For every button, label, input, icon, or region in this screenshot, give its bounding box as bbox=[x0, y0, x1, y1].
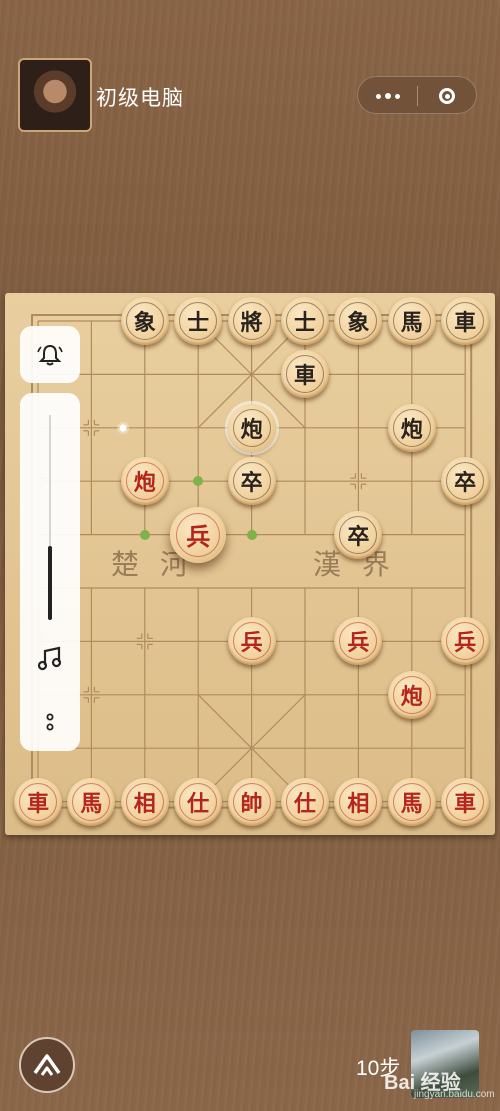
more-dots-icon[interactable] bbox=[358, 77, 417, 115]
piece-label: 馬 bbox=[72, 782, 111, 821]
red-piece[interactable]: 車 bbox=[14, 777, 62, 826]
black-piece[interactable]: 馬 bbox=[387, 297, 436, 345]
piece-label: 帥 bbox=[232, 782, 271, 821]
red-piece[interactable]: 兵 bbox=[170, 506, 227, 563]
piece-label: 卒 bbox=[446, 462, 485, 501]
piece-label: 炮 bbox=[392, 675, 431, 714]
black-piece[interactable]: 士 bbox=[174, 297, 223, 345]
black-piece[interactable]: 炮 bbox=[227, 403, 276, 452]
red-piece[interactable]: 兵 bbox=[334, 617, 383, 666]
miniprogram-capsule bbox=[357, 76, 477, 114]
piece-label: 車 bbox=[446, 302, 485, 340]
red-piece[interactable]: 兵 bbox=[227, 617, 276, 666]
piece-label: 馬 bbox=[392, 782, 431, 821]
piece-label: 兵 bbox=[339, 622, 378, 661]
music-note-icon[interactable] bbox=[36, 645, 64, 673]
red-piece[interactable]: 兵 bbox=[441, 617, 490, 666]
red-piece[interactable]: 仕 bbox=[281, 777, 329, 826]
home-up-icon bbox=[33, 1054, 61, 1076]
red-piece[interactable]: 馬 bbox=[67, 777, 116, 826]
piece-label: 將 bbox=[232, 302, 271, 340]
notification-button[interactable] bbox=[20, 326, 80, 383]
more-vertical-icon[interactable] bbox=[44, 711, 56, 733]
piece-label: 象 bbox=[125, 302, 164, 340]
red-piece[interactable]: 車 bbox=[441, 777, 490, 826]
black-piece[interactable]: 卒 bbox=[334, 510, 383, 559]
red-piece[interactable]: 相 bbox=[334, 777, 383, 826]
piece-label: 兵 bbox=[176, 512, 221, 557]
piece-label: 相 bbox=[339, 782, 378, 821]
black-piece[interactable]: 士 bbox=[281, 297, 329, 345]
black-piece[interactable]: 將 bbox=[227, 297, 276, 345]
home-button[interactable] bbox=[19, 1037, 75, 1093]
target-close-icon[interactable] bbox=[418, 77, 476, 115]
piece-label: 仕 bbox=[286, 782, 324, 821]
opponent-avatar[interactable] bbox=[18, 58, 92, 132]
piece-label: 炮 bbox=[392, 408, 431, 447]
watermark-url: jingyan.baidu.com bbox=[414, 1089, 495, 1100]
volume-fill bbox=[48, 546, 52, 620]
move-hint-dot[interactable] bbox=[193, 476, 204, 487]
red-piece[interactable]: 相 bbox=[120, 777, 169, 826]
piece-label: 卒 bbox=[232, 462, 271, 501]
opponent-name: 初级电脑 bbox=[96, 87, 184, 110]
black-piece[interactable]: 車 bbox=[281, 350, 329, 399]
piece-label: 士 bbox=[179, 302, 218, 340]
black-piece[interactable]: 車 bbox=[441, 297, 490, 345]
piece-label: 車 bbox=[446, 782, 485, 821]
piece-label: 兵 bbox=[232, 622, 271, 661]
black-piece[interactable]: 卒 bbox=[441, 457, 490, 506]
red-piece[interactable]: 仕 bbox=[174, 777, 223, 826]
red-piece[interactable]: 帥 bbox=[227, 777, 276, 826]
red-piece[interactable]: 炮 bbox=[120, 457, 169, 506]
piece-label: 炮 bbox=[125, 462, 164, 501]
side-panel bbox=[20, 393, 80, 751]
red-piece[interactable]: 馬 bbox=[387, 777, 436, 826]
red-piece[interactable]: 炮 bbox=[387, 670, 436, 719]
piece-label: 仕 bbox=[179, 782, 218, 821]
piece-label: 兵 bbox=[446, 622, 485, 661]
piece-label: 象 bbox=[339, 302, 378, 340]
black-piece[interactable]: 象 bbox=[120, 297, 169, 345]
move-hint-dot[interactable] bbox=[246, 529, 257, 540]
piece-label: 車 bbox=[286, 355, 324, 394]
piece-label: 馬 bbox=[392, 302, 431, 340]
piece-label: 相 bbox=[125, 782, 164, 821]
piece-label: 炮 bbox=[232, 408, 271, 447]
move-hint-dot[interactable] bbox=[139, 529, 150, 540]
black-piece[interactable]: 卒 bbox=[227, 457, 276, 506]
piece-label: 士 bbox=[286, 302, 324, 340]
piece-label: 車 bbox=[19, 782, 57, 821]
sparkle-effect bbox=[116, 420, 131, 435]
black-piece[interactable]: 象 bbox=[334, 297, 383, 345]
black-piece[interactable]: 炮 bbox=[387, 403, 436, 452]
bell-icon bbox=[37, 344, 63, 365]
piece-label: 卒 bbox=[339, 515, 378, 554]
